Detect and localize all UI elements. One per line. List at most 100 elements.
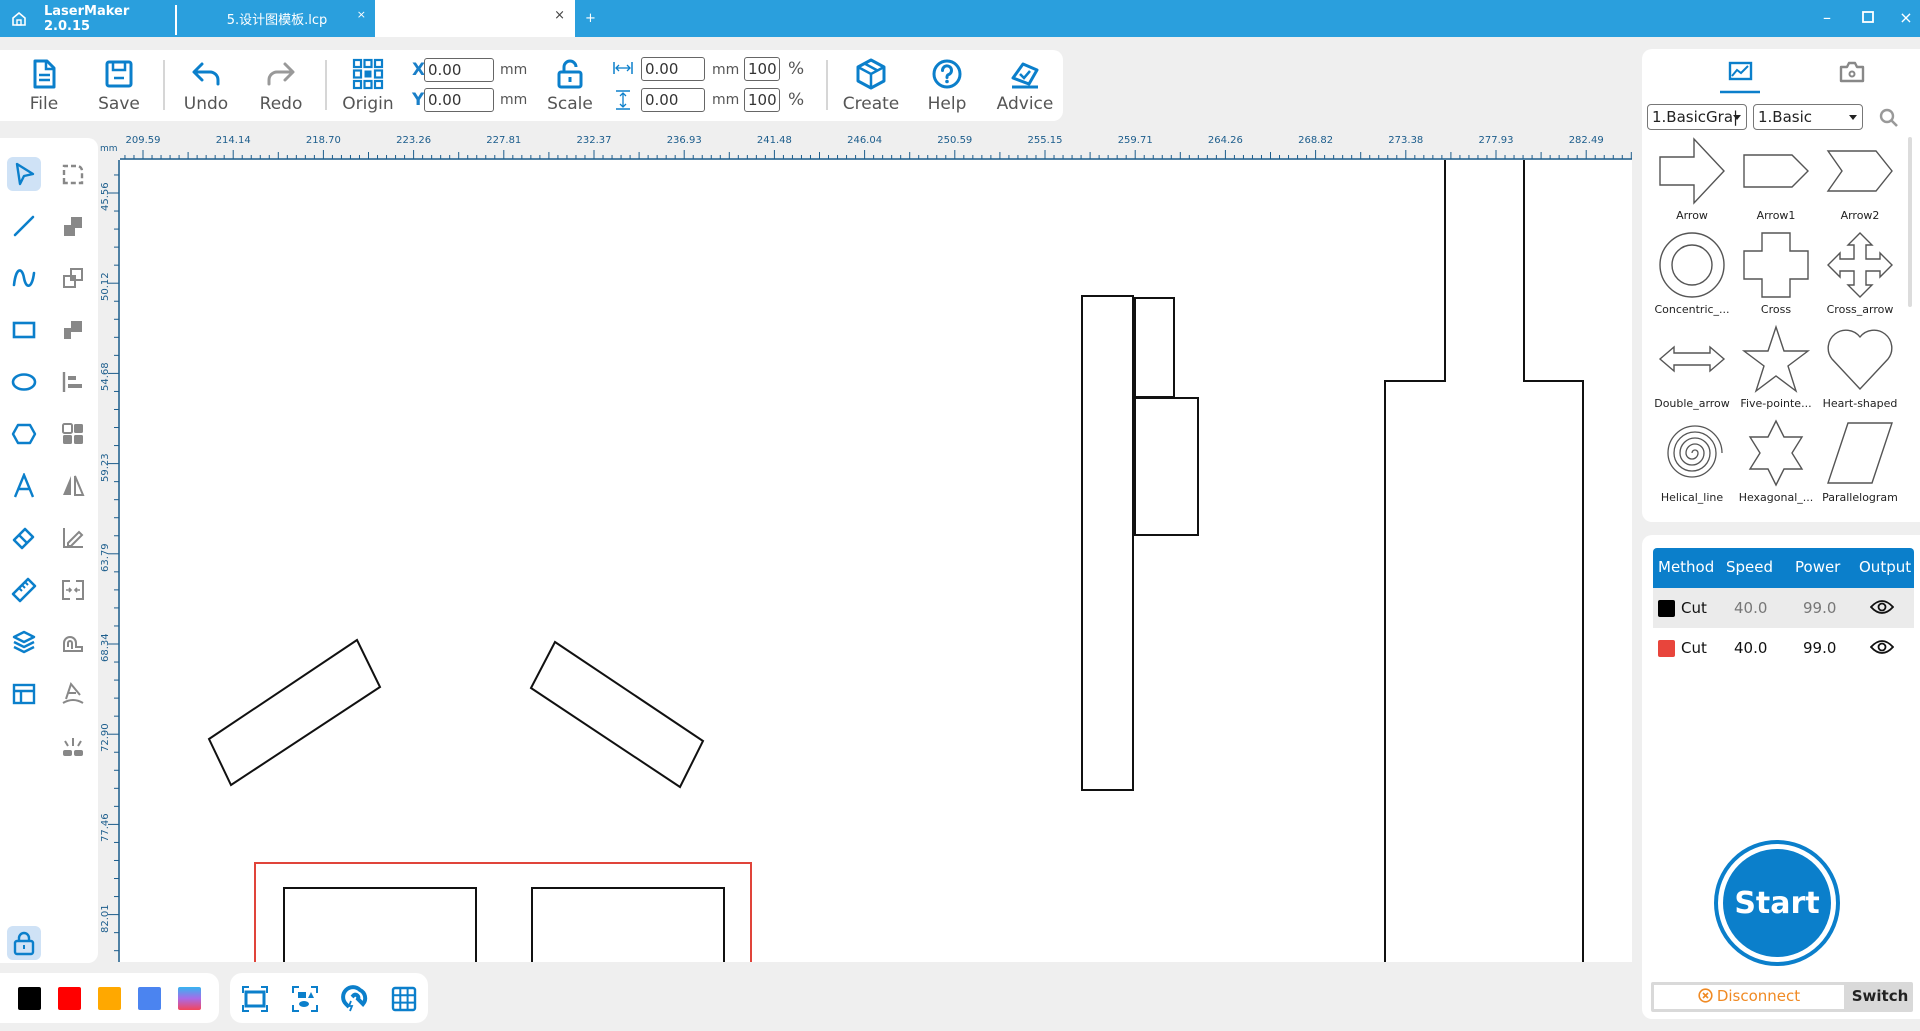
- tab-template-file[interactable]: 5.设计图模板.lcp ×: [178, 0, 376, 37]
- eraser-icon: [12, 527, 35, 550]
- origin-button[interactable]: Origin: [337, 58, 399, 118]
- color-swatch-orange[interactable]: [98, 987, 121, 1010]
- shape-parallelogram[interactable]: Parallelogram: [1818, 417, 1902, 511]
- library-category-select[interactable]: 1.BasicGra|: [1647, 104, 1747, 130]
- advice-label: Advice: [996, 94, 1054, 114]
- tab-divider: [175, 5, 177, 35]
- help-button[interactable]: Help: [916, 58, 978, 118]
- shape-heart[interactable]: Heart-shaped: [1818, 323, 1902, 417]
- maximize-button[interactable]: [1857, 8, 1879, 27]
- tab-design1[interactable]: Design1 ×: [375, 0, 575, 37]
- explode-tool[interactable]: [56, 729, 90, 763]
- arrow-shape-icon: [1659, 137, 1725, 205]
- height-percent-input[interactable]: [744, 88, 780, 112]
- height-input[interactable]: [641, 88, 705, 112]
- horizontal-ruler[interactable]: mm 209.59 214.14 218.70 223.26 227.81 232.37 2…: [100, 133, 1632, 160]
- x-position-input[interactable]: [424, 58, 494, 82]
- measure-edit-tool[interactable]: [56, 521, 90, 555]
- shape-cross-arrow[interactable]: Cross_arrow: [1818, 229, 1902, 323]
- fit-canvas-button[interactable]: [241, 985, 269, 1013]
- vertical-ruler[interactable]: 45.56 50.12 54.68 59.23 63.79 68.34 72.90 77.46…: [100, 160, 120, 962]
- tab-graphics-library[interactable]: [1720, 59, 1760, 95]
- shape-arrow1[interactable]: Arrow1: [1734, 135, 1818, 229]
- shape-arrow2[interactable]: Arrow2: [1818, 135, 1902, 229]
- eye-icon[interactable]: [1870, 599, 1894, 615]
- file-label: File: [29, 94, 59, 114]
- file-button[interactable]: File: [13, 58, 75, 118]
- ellipse-tool[interactable]: [7, 365, 41, 399]
- mirror-tool[interactable]: [56, 469, 90, 503]
- shape-hexagonal-star[interactable]: Hexagonal_...: [1734, 417, 1818, 511]
- home-button[interactable]: [12, 0, 32, 37]
- disconnect-button[interactable]: Disconnect: [1654, 985, 1844, 1009]
- layer-row[interactable]: Cut 40.0 99.0: [1653, 628, 1914, 668]
- close-tab-icon[interactable]: ×: [357, 8, 366, 21]
- outline-tool[interactable]: [56, 625, 90, 659]
- layers-tool[interactable]: [7, 625, 41, 659]
- align-tool[interactable]: [56, 365, 90, 399]
- layer-method: Cut: [1681, 599, 1707, 617]
- unlock-icon: [557, 59, 583, 89]
- color-swatch-blue[interactable]: [138, 987, 161, 1010]
- shape-label: Arrow1: [1756, 209, 1796, 222]
- fit-objects-button[interactable]: [291, 985, 319, 1013]
- shape-concentric[interactable]: Concentric_...: [1650, 229, 1734, 323]
- select-tool[interactable]: [7, 157, 41, 191]
- close-tab-icon[interactable]: ×: [554, 8, 565, 23]
- image-chart-icon: [1720, 61, 1760, 94]
- color-swatch-red[interactable]: [58, 987, 81, 1010]
- y-position-input[interactable]: [424, 88, 494, 112]
- design-canvas[interactable]: [120, 160, 1632, 962]
- snap-button[interactable]: [341, 985, 369, 1013]
- shape-double-arrow[interactable]: Double_arrow: [1650, 323, 1734, 417]
- rectangle-tool[interactable]: [7, 313, 41, 347]
- tab-camera[interactable]: [1832, 59, 1872, 95]
- create-button[interactable]: Create: [840, 58, 902, 118]
- node-edit-tool[interactable]: [56, 157, 90, 191]
- undo-button[interactable]: Undo: [175, 58, 237, 118]
- ruler-tool[interactable]: [7, 573, 41, 607]
- subtract-tool[interactable]: [56, 313, 90, 347]
- lock-button[interactable]: [7, 926, 41, 960]
- shape-helical-line[interactable]: Helical_line: [1650, 417, 1734, 511]
- minimize-button[interactable]: –: [1816, 8, 1838, 27]
- width-percent-input[interactable]: [744, 57, 780, 81]
- layer-method: Cut: [1681, 639, 1707, 657]
- text-tool[interactable]: [7, 469, 41, 503]
- group-tool[interactable]: [56, 417, 90, 451]
- scale-lock-button[interactable]: Scale: [539, 58, 601, 118]
- intersect-tool[interactable]: [56, 261, 90, 295]
- close-window-button[interactable]: ×: [1895, 8, 1917, 27]
- redo-button[interactable]: Redo: [250, 58, 312, 118]
- small-top-rect: [1134, 297, 1175, 398]
- search-icon[interactable]: [1879, 108, 1899, 128]
- library-scrollbar[interactable]: [1908, 137, 1912, 307]
- union-tool[interactable]: [56, 209, 90, 243]
- eraser-tool[interactable]: [7, 521, 41, 555]
- shape-arrow[interactable]: Arrow: [1650, 135, 1734, 229]
- add-tab-button[interactable]: +: [585, 0, 601, 37]
- shape-cross[interactable]: Cross: [1734, 229, 1818, 323]
- line-tool[interactable]: [7, 209, 41, 243]
- distribute-tool[interactable]: [56, 573, 90, 607]
- layout-tool[interactable]: [7, 677, 41, 711]
- color-swatch-black[interactable]: [18, 987, 41, 1010]
- grid-toggle-button[interactable]: [390, 985, 418, 1013]
- arrow2-shape-icon: [1826, 150, 1893, 192]
- polygon-tool[interactable]: [7, 417, 41, 451]
- library-subcategory-select[interactable]: 1.Basic: [1753, 104, 1863, 130]
- start-button[interactable]: Start: [1714, 840, 1840, 966]
- group-icon: [62, 423, 83, 444]
- text-path-tool[interactable]: [56, 677, 90, 711]
- ruler-label: 77.46: [100, 813, 111, 843]
- color-swatch-more[interactable]: [178, 987, 201, 1010]
- layer-row[interactable]: Cut 40.0 99.0: [1653, 588, 1914, 628]
- shape-five-pointed-star[interactable]: Five-pointe...: [1734, 323, 1818, 417]
- eye-icon[interactable]: [1870, 639, 1894, 655]
- switch-device-button[interactable]: Switch: [1847, 982, 1913, 1012]
- bottle-outline: [1384, 160, 1584, 962]
- width-input[interactable]: [641, 57, 705, 81]
- save-button[interactable]: Save: [88, 58, 150, 118]
- advice-button[interactable]: Advice: [994, 58, 1056, 118]
- curve-tool[interactable]: [7, 261, 41, 295]
